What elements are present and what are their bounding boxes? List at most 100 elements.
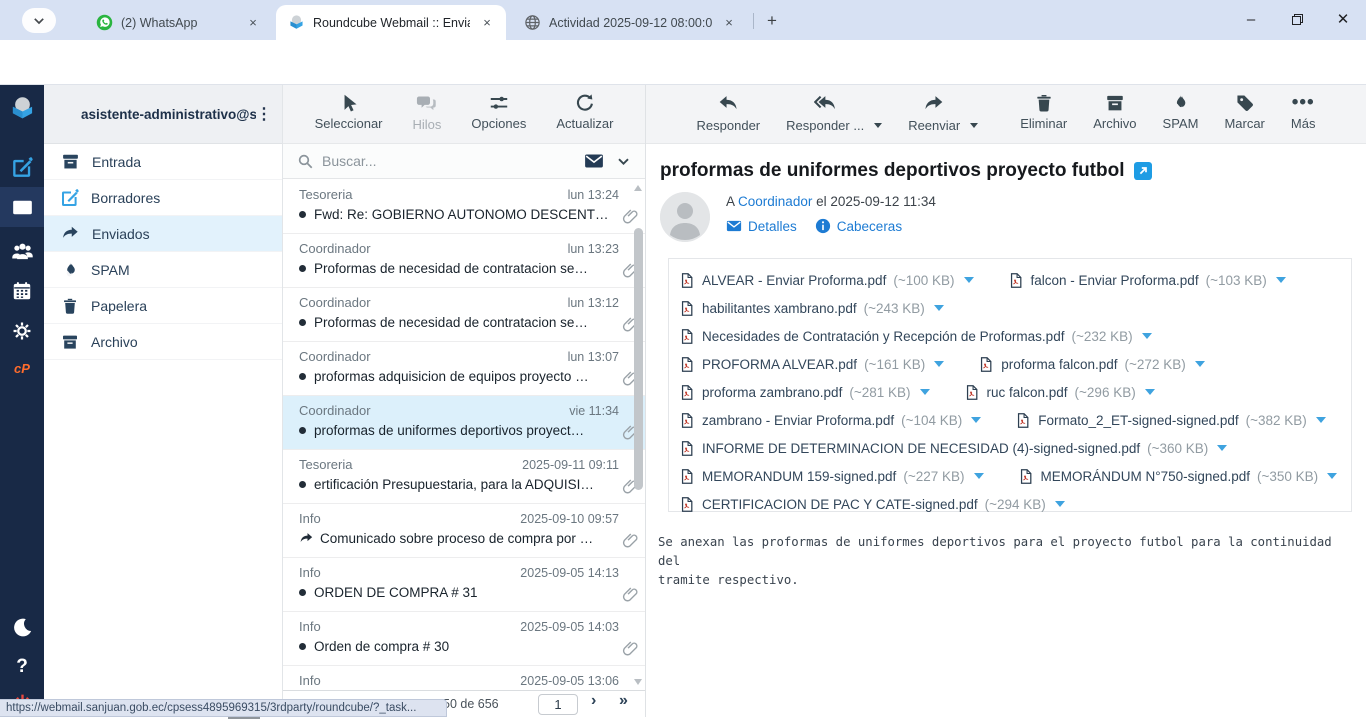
new-tab-button[interactable]: +	[760, 9, 784, 33]
attachment-item[interactable]: MEMORÁNDUM N°750-signed.pdf(~350 KB)	[1018, 468, 1338, 485]
message-row[interactable]: Coordinadorlun 13:07 proformas adquisici…	[283, 342, 645, 396]
select-button[interactable]: Seleccionar	[315, 93, 383, 131]
spam-button[interactable]: SPAM	[1163, 93, 1199, 131]
attachment-menu-caret[interactable]	[974, 473, 984, 479]
tab-close-icon[interactable]: ×	[244, 14, 262, 32]
headers-link[interactable]: Cabeceras	[815, 218, 902, 234]
message-row[interactable]: Tesorerialun 13:24 Fwd: Re: GOBIERNO AUT…	[283, 180, 645, 234]
scrollbar-down-arrow[interactable]	[634, 679, 642, 685]
delete-button[interactable]: Eliminar	[1020, 93, 1067, 131]
archive-button[interactable]: Archivo	[1093, 93, 1136, 131]
attachment-menu-caret[interactable]	[920, 389, 930, 395]
scrollbar-up-arrow[interactable]	[634, 185, 642, 191]
attachment-item[interactable]: Necesidades de Contratación y Recepción …	[679, 328, 1152, 345]
dark-mode-toggle[interactable]	[0, 607, 44, 647]
options-button[interactable]: Opciones	[471, 93, 526, 131]
message-row[interactable]: Tesoreria2025-09-11 09:11 ertificación P…	[283, 450, 645, 504]
help-button[interactable]: ?	[0, 647, 44, 687]
attachment-menu-caret[interactable]	[1195, 361, 1205, 367]
date: 2025-09-10 09:57	[520, 512, 619, 526]
attachment-item[interactable]: habilitantes xambrano.pdf(~243 KB)	[679, 300, 944, 317]
attachment-menu-caret[interactable]	[1276, 277, 1286, 283]
tab-search-button[interactable]	[22, 8, 56, 33]
forward-button[interactable]: Reenviar	[908, 93, 960, 133]
attachment-menu-caret[interactable]	[964, 277, 974, 283]
attachment-item[interactable]: INFORME DE DETERMINACION DE NECESIDAD (4…	[679, 440, 1227, 457]
folder-spam[interactable]: SPAM	[44, 252, 282, 288]
mark-button[interactable]: Marcar	[1224, 93, 1264, 131]
attachment-menu-caret[interactable]	[971, 417, 981, 423]
attachment-item[interactable]: MEMORANDUM 159-signed.pdf(~227 KB)	[679, 468, 984, 485]
search-options-chevron-icon[interactable]	[616, 154, 631, 169]
next-page-button[interactable]: ›	[591, 692, 596, 710]
attachment-name: ruc falcon.pdf	[987, 385, 1068, 400]
tab-title: Roundcube Webmail :: Enviados	[313, 16, 470, 30]
window-close-button[interactable]: ✕	[1320, 0, 1366, 38]
attachment-menu-caret[interactable]	[934, 305, 944, 311]
more-button[interactable]: ••• Más	[1291, 93, 1316, 131]
attachment-item[interactable]: PROFORMA ALVEAR.pdf(~161 KB)	[679, 356, 944, 373]
message-row-selected[interactable]: Coordinadorvie 11:34 proformas de unifor…	[283, 396, 645, 450]
attachment-item[interactable]: ruc falcon.pdf(~296 KB)	[964, 384, 1155, 401]
folder-papelera[interactable]: Papelera	[44, 288, 282, 324]
roundcube-logo[interactable]	[0, 85, 44, 131]
window-minimize-button[interactable]: –	[1228, 0, 1274, 38]
attachment-menu-caret[interactable]	[1316, 417, 1326, 423]
attachment-name: INFORME DE DETERMINACION DE NECESIDAD (4…	[702, 441, 1140, 456]
rail-settings-button[interactable]	[0, 311, 44, 351]
attachment-menu-caret[interactable]	[1145, 389, 1155, 395]
tab-close-icon[interactable]: ×	[720, 14, 738, 32]
rail-mail-button[interactable]	[0, 187, 44, 227]
tab-whatsapp[interactable]: (2) WhatsApp ×	[84, 5, 272, 40]
list-scrollbar-thumb[interactable]	[634, 228, 643, 490]
message-row[interactable]: Coordinadorlun 13:23 Proformas de necesi…	[283, 234, 645, 288]
attachment-item[interactable]: CERTIFICACION DE PAC Y CATE-signed.pdf(~…	[679, 496, 1065, 513]
attachment-item[interactable]: proforma falcon.pdf(~272 KB)	[978, 356, 1204, 373]
window-restore-button[interactable]	[1274, 0, 1320, 38]
search-input[interactable]	[322, 153, 584, 169]
tab-actividad[interactable]: Actividad 2025-09-12 08:00:00 | ×	[512, 5, 748, 40]
attachment-menu-caret[interactable]	[1217, 445, 1227, 451]
attachment-item[interactable]: proforma zambrano.pdf(~281 KB)	[679, 384, 930, 401]
message-row[interactable]: Info2025-09-05 14:13 ORDEN DE COMPRA # 3…	[283, 558, 645, 612]
attachment-item[interactable]: falcon - Enviar Proforma.pdf(~103 KB)	[1008, 272, 1286, 289]
account-header: asistente-administrativo@sa… ⋮	[44, 85, 282, 144]
reply-all-button[interactable]: Responder ...	[786, 93, 864, 133]
folder-borradores[interactable]: Borradores	[44, 180, 282, 216]
attachment-item[interactable]: Formato_2_ET-signed-signed.pdf(~382 KB)	[1015, 412, 1326, 429]
sender: Info	[299, 619, 520, 634]
attachment-item[interactable]: zambrano - Enviar Proforma.pdf(~104 KB)	[679, 412, 981, 429]
refresh-button[interactable]: Actualizar	[556, 93, 613, 131]
folder-enviados[interactable]: Enviados	[44, 216, 282, 252]
inbox-icon	[61, 152, 80, 171]
account-menu-button[interactable]: ⋮	[256, 112, 272, 117]
attachment-menu-caret[interactable]	[1142, 333, 1152, 339]
last-page-button[interactable]: »	[619, 692, 628, 710]
attachment-menu-caret[interactable]	[934, 361, 944, 367]
forward-dropdown-caret[interactable]	[970, 123, 978, 128]
threads-button[interactable]: Hilos	[413, 93, 442, 132]
page-number-input[interactable]	[538, 694, 578, 715]
attachment-item[interactable]: ALVEAR - Enviar Proforma.pdf(~100 KB)	[679, 272, 974, 289]
search-scope-mail-icon[interactable]	[584, 151, 604, 171]
tab-roundcube[interactable]: Roundcube Webmail :: Enviados ×	[276, 5, 506, 40]
recipient-link[interactable]: Coordinador	[738, 194, 812, 209]
rail-cpanel-button[interactable]: cP	[0, 351, 44, 385]
message-row[interactable]: Info2025-09-10 09:57 Comunicado sobre pr…	[283, 504, 645, 558]
rail-compose-button[interactable]	[0, 147, 44, 187]
reply-all-dropdown-caret[interactable]	[874, 123, 882, 128]
message-row[interactable]: Info2025-09-05 13:06	[283, 666, 645, 690]
whatsapp-icon	[96, 14, 113, 31]
message-row[interactable]: Info2025-09-05 14:03 Orden de compra # 3…	[283, 612, 645, 666]
message-row[interactable]: Coordinadorlun 13:12 Proformas de necesi…	[283, 288, 645, 342]
rail-contacts-button[interactable]	[0, 231, 44, 271]
tab-close-icon[interactable]: ×	[478, 14, 496, 32]
attachment-menu-caret[interactable]	[1055, 501, 1065, 507]
reply-button[interactable]: Responder	[697, 93, 761, 133]
folder-entrada[interactable]: Entrada	[44, 144, 282, 180]
folder-archivo[interactable]: Archivo	[44, 324, 282, 360]
details-link[interactable]: Detalles	[726, 218, 797, 234]
open-in-new-window-icon[interactable]	[1134, 162, 1152, 180]
rail-calendar-button[interactable]	[0, 271, 44, 311]
attachment-menu-caret[interactable]	[1327, 473, 1337, 479]
